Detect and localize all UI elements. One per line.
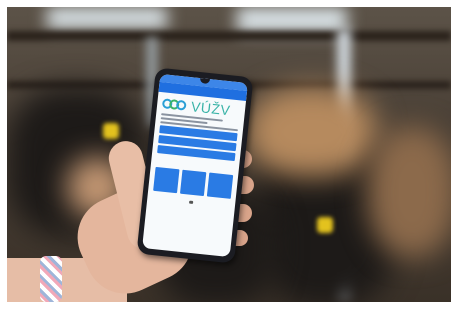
logo-rings-icon [161, 97, 189, 112]
ear-tag [103, 123, 119, 139]
app-tile[interactable] [153, 166, 180, 194]
bracelet [40, 256, 62, 302]
background-window [47, 7, 167, 29]
background-window [237, 7, 347, 33]
app-brand: VÚŽV [190, 98, 232, 119]
smartphone: VÚŽV [136, 67, 254, 264]
home-indicator [188, 200, 194, 204]
app-content: VÚŽV [147, 92, 246, 209]
background-beam [7, 31, 451, 41]
app-tile[interactable] [179, 169, 207, 197]
app-tile[interactable] [206, 172, 234, 199]
photo: VÚŽV [0, 0, 458, 309]
cow-shape [247, 87, 377, 177]
tile-row [153, 166, 234, 199]
ring-icon [175, 99, 187, 111]
cow-shape [367, 127, 451, 257]
phone-screen: VÚŽV [142, 73, 248, 258]
ear-tag [317, 217, 333, 233]
